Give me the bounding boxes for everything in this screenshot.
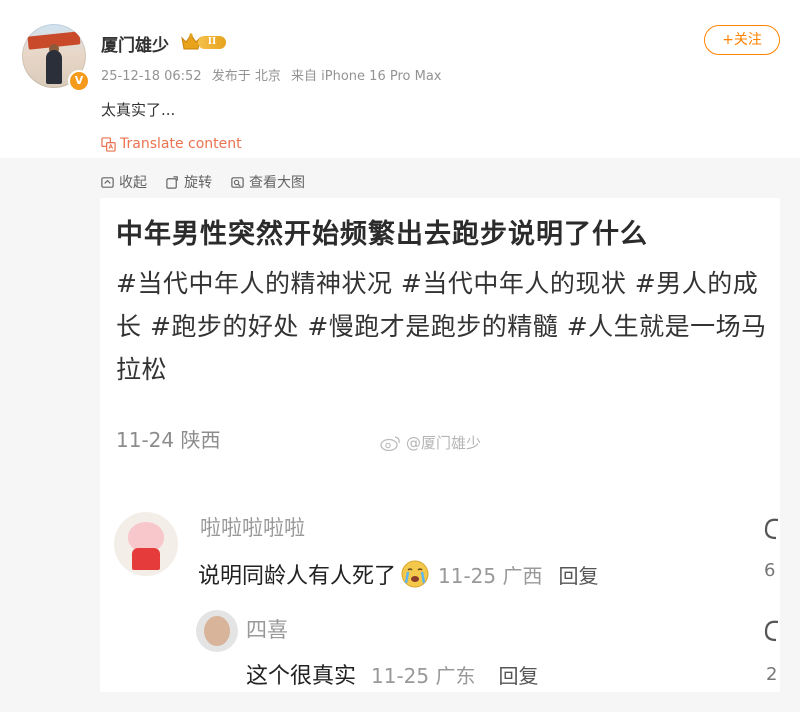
username[interactable]: 厦门雄少: [101, 31, 169, 56]
reply-reply: 回复: [498, 664, 539, 688]
crying-emoji-icon: [401, 560, 429, 588]
level-badge[interactable]: II: [180, 33, 228, 51]
reply-body: 这个很真实 11-25 广东 回复: [246, 658, 539, 690]
image-tags: #当代中年人的精神状况 #当代中年人的现状 #男人的成长 #跑步的好处 #慢跑才…: [116, 269, 767, 384]
avatar[interactable]: V: [22, 24, 90, 92]
post-image[interactable]: 中年男性突然开始频繁出去跑步说明了什么 #当代中年人的精神状况 #当代中年人的现…: [100, 198, 780, 692]
comment-avatar: [114, 512, 178, 576]
image-date-location: 11-24 陕西: [116, 428, 221, 452]
like-count: 6: [764, 560, 776, 581]
view-large-label: 查看大图: [249, 175, 305, 191]
reply-text: 这个很真实: [246, 664, 357, 689]
post-text: 太真实了...: [101, 101, 176, 119]
like-count: 2: [766, 664, 778, 685]
post-time[interactable]: 25-12-18 06:52: [101, 69, 202, 84]
view-large-icon: [231, 176, 244, 188]
pig-body-shape: [132, 548, 160, 570]
level-label: II: [198, 36, 226, 49]
post-source: 来自 iPhone 16 Pro Max: [291, 69, 442, 84]
translate-link[interactable]: Translate content: [101, 136, 242, 152]
comment-text: 说明同龄人有人死了: [198, 564, 397, 589]
like-icon: [764, 620, 779, 642]
post-meta: 25-12-18 06:52 发布于 北京 来自 iPhone 16 Pro M…: [101, 65, 447, 84]
watermark-text: @厦门雄少: [406, 434, 482, 452]
collapse-button[interactable]: 收起: [100, 172, 147, 192]
rotate-button[interactable]: 旋转: [165, 172, 212, 192]
follow-button[interactable]: +关注: [704, 25, 780, 55]
weibo-logo-icon: [380, 435, 400, 451]
collapse-label: 收起: [119, 175, 147, 191]
translate-label: Translate content: [120, 136, 242, 152]
media-panel: 收起 旋转 查看大图 中年男性突然开始频繁出去跑步说明了什么 #当代中年人的精神…: [0, 158, 800, 712]
comment-time: 11-25 广西: [438, 563, 543, 588]
comment-author: 啦啦啦啦啦: [200, 516, 305, 540]
collapse-icon: [101, 176, 114, 188]
image-title: 中年男性突然开始频繁出去跑步说明了什么: [116, 219, 648, 250]
avatar-person-shape: [46, 50, 62, 84]
rotate-icon: [166, 175, 178, 189]
watermark: @厦门雄少: [380, 432, 481, 453]
comment-reply: 回复: [558, 563, 599, 588]
view-large-button[interactable]: 查看大图: [230, 172, 305, 192]
reply-avatar-face: [204, 616, 230, 646]
reply-avatar: [196, 610, 238, 652]
reply-time: 11-25 广东: [371, 664, 476, 688]
rotate-label: 旋转: [184, 175, 212, 191]
reply-author: 四喜: [246, 618, 288, 642]
post-location: 发布于 北京: [211, 69, 281, 84]
like-icon: [764, 518, 779, 540]
comment-body: 说明同龄人有人死了 11-25 广西 回复: [198, 558, 599, 590]
verified-badge-icon: V: [68, 70, 90, 92]
translate-icon: [101, 136, 116, 152]
media-toolbar: 收起 旋转 查看大图: [100, 172, 305, 192]
